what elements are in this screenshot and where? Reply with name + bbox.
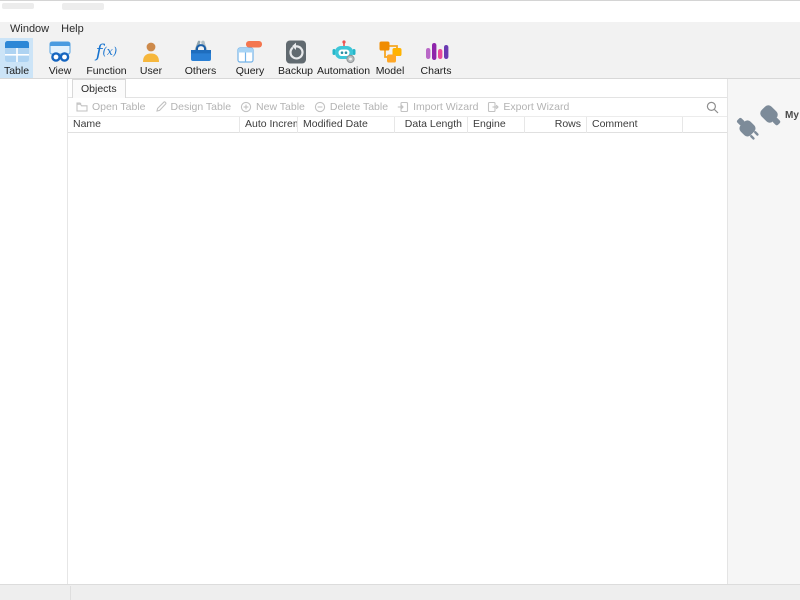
import-wizard-icon — [397, 101, 409, 113]
tab-objects[interactable]: Objects — [72, 79, 126, 98]
column-header-comment[interactable]: Comment — [587, 117, 683, 133]
function-icon: f (x) — [95, 41, 118, 62]
column-header-data-length[interactable]: Data Length — [395, 117, 468, 133]
column-header-rows[interactable]: Rows — [525, 117, 587, 133]
object-toolbar: Open Table Design Table New Table Delete… — [68, 98, 727, 117]
toolbar-button-others[interactable]: Others — [180, 38, 221, 78]
new-table-icon — [240, 101, 252, 113]
column-header-filler — [683, 117, 727, 133]
toolbar-button-label: Model — [375, 65, 405, 77]
connector-plug-icon — [736, 99, 784, 147]
search-icon — [706, 101, 719, 114]
app-window: Window Help Table View f (x) Function Us… — [0, 0, 800, 600]
user-icon — [139, 39, 163, 65]
toolbar-button-automation[interactable]: Automation — [316, 38, 371, 78]
delete-table-label: Delete Table — [329, 101, 389, 113]
view-icon — [47, 39, 73, 65]
column-header-name[interactable]: Name — [68, 117, 240, 133]
status-bar — [0, 584, 800, 600]
open-table-label: Open Table — [92, 101, 146, 113]
others-icon — [188, 39, 214, 65]
delete-table-icon — [314, 101, 326, 113]
statusbar-divider — [70, 586, 71, 600]
column-header-modified-date[interactable]: Modified Date — [298, 117, 395, 133]
main-toolbar: Table View f (x) Function User Others Qu… — [0, 37, 800, 95]
toolbar-button-backup[interactable]: Backup — [276, 38, 315, 78]
new-table-label: New Table — [256, 101, 305, 113]
open-table-icon — [76, 102, 88, 112]
toolbar-button-label: Query — [235, 65, 265, 77]
design-table-label: Design Table — [170, 101, 232, 113]
column-header-auto-increment[interactable]: Auto Increm... — [240, 117, 298, 133]
toolbar-button-charts[interactable]: Charts — [417, 38, 455, 78]
titlebar-fragment — [2, 3, 34, 9]
object-list-header: Name Auto Increm... Modified Date Data L… — [68, 117, 727, 133]
import-wizard-button[interactable]: Import Wizard — [397, 101, 478, 113]
export-wizard-button[interactable]: Export Wizard — [487, 101, 569, 113]
connection-name-label: My — [785, 110, 799, 121]
export-wizard-icon — [488, 101, 500, 113]
toolbar-button-label: Backup — [277, 65, 314, 77]
connection-item[interactable]: My — [728, 79, 800, 147]
backup-icon — [284, 39, 308, 65]
table-icon — [4, 39, 30, 65]
toolbar-button-label: View — [48, 65, 72, 77]
menu-window[interactable]: Window — [4, 22, 55, 37]
query-icon — [237, 39, 263, 65]
export-wizard-label: Export Wizard — [503, 101, 570, 113]
main-pane: Objects Open Table Design Table New Tabl… — [68, 79, 727, 587]
toolbar-button-label: Charts — [420, 65, 452, 77]
column-header-engine[interactable]: Engine — [468, 117, 525, 133]
menu-bar: Window Help — [0, 22, 800, 37]
import-wizard-label: Import Wizard — [413, 101, 479, 113]
model-icon — [377, 39, 403, 65]
new-table-button[interactable]: New Table — [240, 101, 305, 113]
design-table-icon — [155, 101, 166, 112]
toolbar-button-table[interactable]: Table — [0, 38, 33, 78]
toolbar-button-view[interactable]: View — [44, 38, 76, 78]
navigation-pane — [0, 79, 68, 584]
titlebar-fragment — [62, 3, 104, 10]
toolbar-button-label: Table — [3, 65, 30, 77]
automation-icon — [331, 39, 357, 65]
toolbar-button-label: User — [139, 65, 163, 77]
toolbar-button-query[interactable]: Query — [233, 38, 267, 78]
object-list-body — [68, 133, 727, 587]
toolbar-button-model[interactable]: Model — [372, 38, 408, 78]
design-table-button[interactable]: Design Table — [155, 101, 232, 113]
toolbar-button-label: Automation — [316, 65, 371, 77]
open-table-button[interactable]: Open Table — [76, 101, 146, 113]
delete-table-button[interactable]: Delete Table — [314, 101, 388, 113]
toolbar-button-function[interactable]: f (x) Function — [84, 38, 129, 78]
menu-help[interactable]: Help — [55, 22, 90, 37]
tab-strip: Objects — [68, 79, 727, 98]
toolbar-button-label: Others — [184, 65, 217, 77]
connection-panel: My — [727, 79, 800, 584]
toolbar-button-label: Function — [86, 65, 127, 77]
toolbar-button-user[interactable]: User — [134, 38, 168, 78]
charts-icon — [423, 39, 449, 65]
title-bar — [0, 0, 800, 22]
